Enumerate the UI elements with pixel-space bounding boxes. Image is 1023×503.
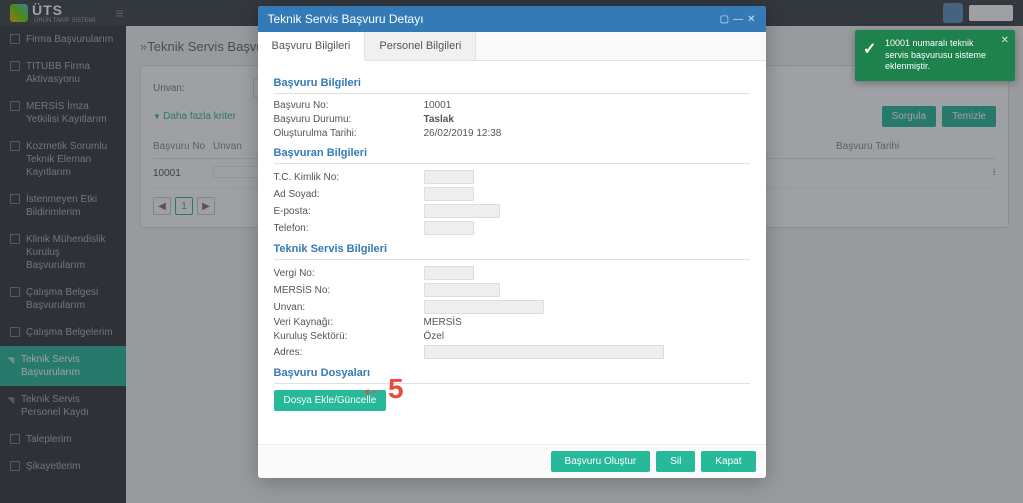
olusturulma-tarihi-value: 26/02/2019 12:38	[424, 128, 750, 139]
unvan-label: Unvan:	[274, 302, 424, 313]
kurulus-sektoru-value: Özel	[424, 331, 750, 342]
eposta-value	[424, 204, 500, 218]
basvuru-durumu-value: Taslak	[424, 114, 750, 125]
mersis-value	[424, 283, 500, 297]
toast-message: 10001 numaralı teknik servis başvurusu s…	[885, 38, 986, 71]
modal-footer: Başvuru Oluştur Sil Kapat	[258, 444, 766, 478]
dosya-ekle-button[interactable]: Dosya Ekle/Güncelle	[274, 390, 387, 411]
sil-button[interactable]: Sil	[656, 451, 695, 472]
eposta-label: E-posta:	[274, 206, 424, 217]
toast-close-icon[interactable]: ✕	[1001, 34, 1009, 47]
veri-kaynagi-value: MERSİS	[424, 317, 750, 328]
minimize-icon[interactable]: —	[733, 14, 743, 25]
ad-value	[424, 187, 474, 201]
kurulus-sektoru-label: Kuruluş Sektörü:	[274, 331, 424, 342]
success-toast: 10001 numaralı teknik servis başvurusu s…	[855, 30, 1015, 81]
tc-label: T.C. Kimlik No:	[274, 172, 424, 183]
tc-value	[424, 170, 474, 184]
kapat-button[interactable]: Kapat	[701, 451, 755, 472]
maximize-icon[interactable]: ▢	[720, 14, 729, 25]
modal-title-bar: Teknik Servis Başvuru Detayı ▢ — ✕	[258, 6, 766, 32]
basvuru-durumu-label: Başvuru Durumu:	[274, 114, 424, 125]
veri-kaynagi-label: Veri Kaynağı:	[274, 317, 424, 328]
close-icon[interactable]: ✕	[747, 14, 755, 25]
section-basvuru-bilgileri: Başvuru Bilgileri	[274, 73, 750, 94]
basvuru-no-value: 10001	[424, 100, 750, 111]
telefon-label: Telefon:	[274, 223, 424, 234]
basvuru-no-label: Başvuru No:	[274, 100, 424, 111]
telefon-value	[424, 221, 474, 235]
ad-label: Ad Soyad:	[274, 189, 424, 200]
basvuru-olustur-button[interactable]: Başvuru Oluştur	[551, 451, 651, 472]
tab-basvuru-bilgileri[interactable]: Başvuru Bilgileri	[258, 32, 366, 61]
application-detail-modal: Teknik Servis Başvuru Detayı ▢ — ✕ Başvu…	[258, 6, 766, 478]
modal-title: Teknik Servis Başvuru Detayı	[268, 12, 424, 26]
tab-personel-bilgileri[interactable]: Personel Bilgileri	[365, 32, 476, 60]
modal-tabs: Başvuru Bilgileri Personel Bilgileri	[258, 32, 766, 61]
section-dosyalar: Başvuru Dosyaları	[274, 363, 750, 384]
mersis-label: MERSİS No:	[274, 285, 424, 296]
section-basvuran-bilgileri: Başvuran Bilgileri	[274, 143, 750, 164]
vergi-label: Vergi No:	[274, 268, 424, 279]
adres-value	[424, 345, 664, 359]
adres-label: Adres:	[274, 347, 424, 358]
unvan-value	[424, 300, 544, 314]
vergi-value	[424, 266, 474, 280]
section-teknik-servis: Teknik Servis Bilgileri	[274, 239, 750, 260]
olusturulma-tarihi-label: Oluşturulma Tarihi:	[274, 128, 424, 139]
